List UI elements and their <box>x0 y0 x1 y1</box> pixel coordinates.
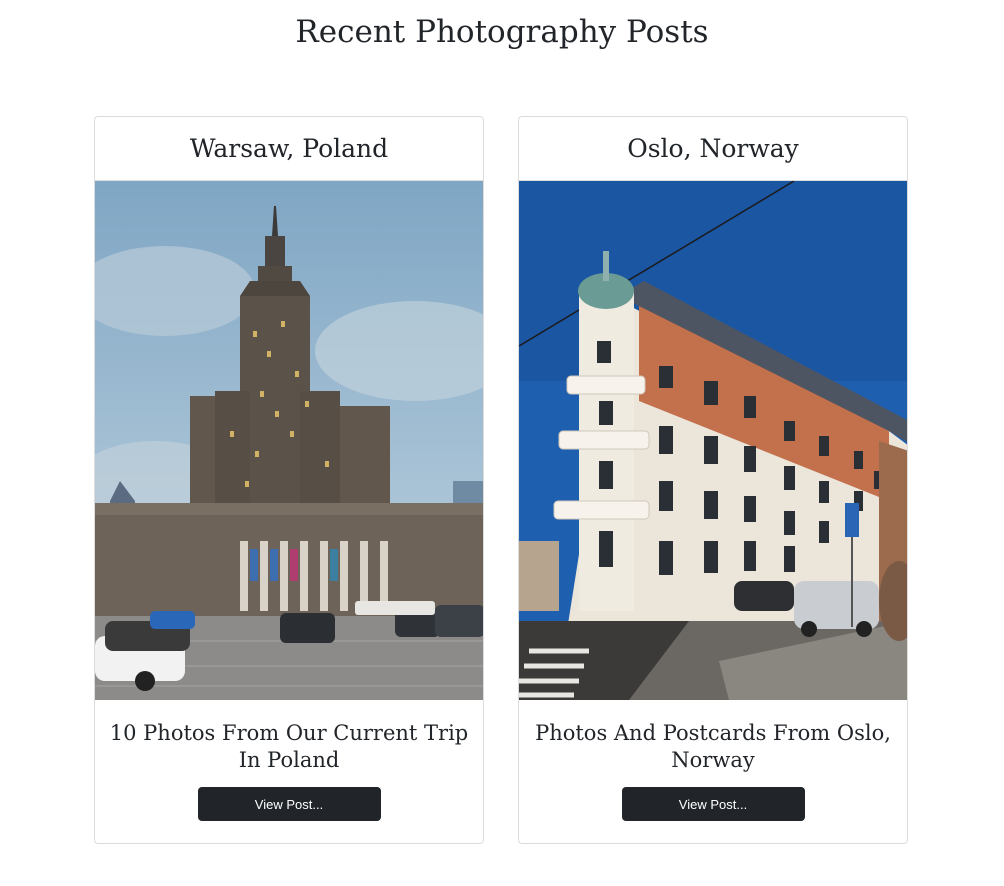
card-location-title: Oslo, Norway <box>519 117 907 181</box>
post-title: Photos And Postcards From Oslo, Norway <box>535 721 891 772</box>
card-location-title: Warsaw, Poland <box>95 117 483 181</box>
post-card-oslo: Oslo, Norway Photos And Postcards From O… <box>518 116 908 844</box>
warsaw-palace-photo <box>95 181 483 700</box>
post-card-warsaw: Warsaw, Poland 10 Photos From Our Curren… <box>94 116 484 844</box>
view-post-button[interactable]: View Post... <box>197 787 381 821</box>
post-title: 10 Photos From Our Current Trip In Polan… <box>109 721 469 772</box>
view-post-button[interactable]: View Post... <box>621 787 805 821</box>
page-title: Recent Photography Posts <box>295 14 709 50</box>
oslo-building-photo <box>519 181 907 700</box>
